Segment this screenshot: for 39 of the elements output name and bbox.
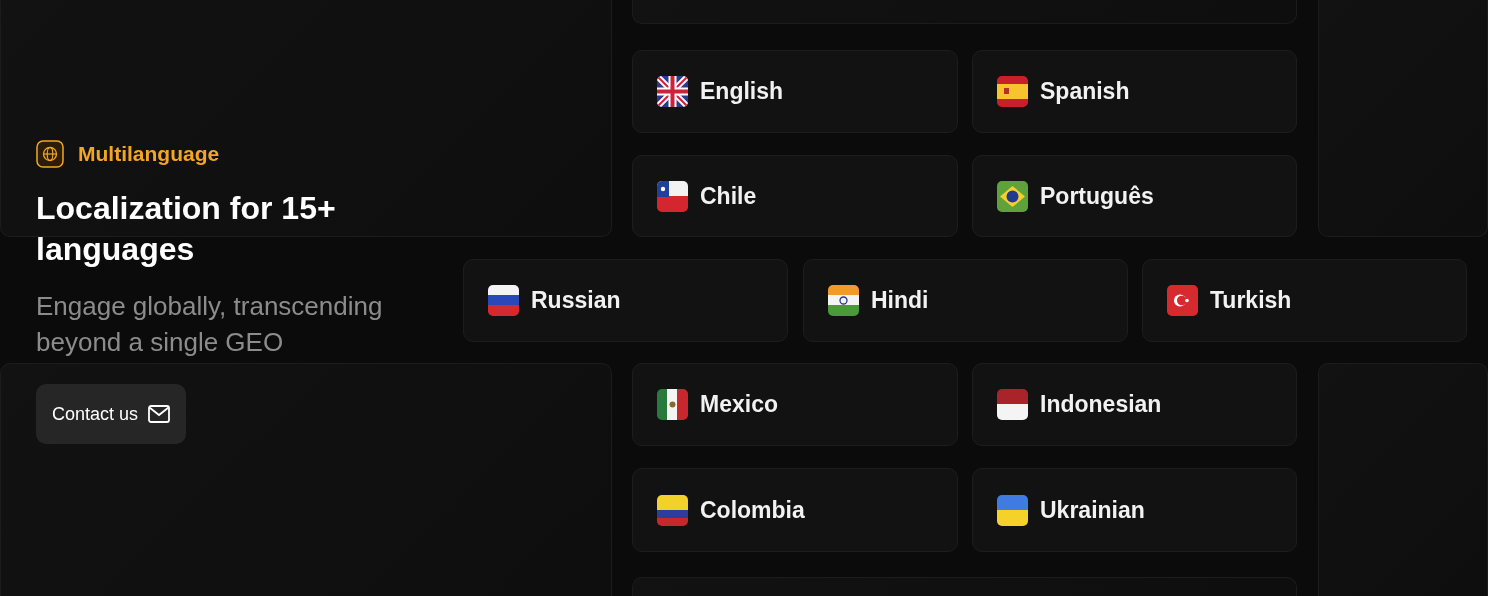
flag-icon [997,180,1028,212]
flag-icon [1167,285,1198,316]
section-tag: Multilanguage [78,142,220,166]
language-label: Spanish [1040,78,1130,105]
language-label: Indonesian [1040,391,1162,418]
language-tile[interactable]: Indonesian [972,363,1297,446]
section-title: Localization for 15+ languages [36,189,337,269]
language-label: Mexico [700,391,778,418]
language-tile[interactable]: Chile [632,155,958,237]
language-tile[interactable]: English [632,50,958,133]
flag-icon [657,389,688,420]
flag-icon [657,494,688,526]
globe-icon [36,140,64,168]
flag-icon [828,285,859,316]
language-label: Turkish [1210,287,1292,314]
mail-icon [148,405,171,423]
language-tile[interactable]: Mexico [632,363,958,446]
language-tile[interactable]: Ukrainian [972,468,1297,552]
flag-icon [997,389,1028,420]
language-label: Ukrainian [1040,496,1145,524]
flag-icon [657,76,688,107]
language-tile[interactable]: Turkish [1142,259,1467,342]
language-label: Russian [531,287,621,314]
flag-icon [488,285,519,316]
section-subtitle: Engage globally, transcending beyond a single GEO [36,290,384,359]
language-label: Hindi [871,287,929,314]
flag-icon [657,180,688,212]
flag-icon [997,76,1028,107]
language-tile[interactable]: Spanish [972,50,1297,133]
language-tile[interactable]: Hindi [803,259,1128,342]
contact-button[interactable]: Contact us [36,384,187,444]
language-label: Colombia [700,496,805,524]
language-tile[interactable]: Russian [463,259,788,342]
language-label: Português [1040,182,1154,210]
flag-icon [997,494,1028,526]
language-label: English [700,78,784,105]
language-tile[interactable]: Português [972,155,1297,237]
language-label: Chile [700,182,757,210]
language-tile[interactable]: Colombia [632,468,958,552]
